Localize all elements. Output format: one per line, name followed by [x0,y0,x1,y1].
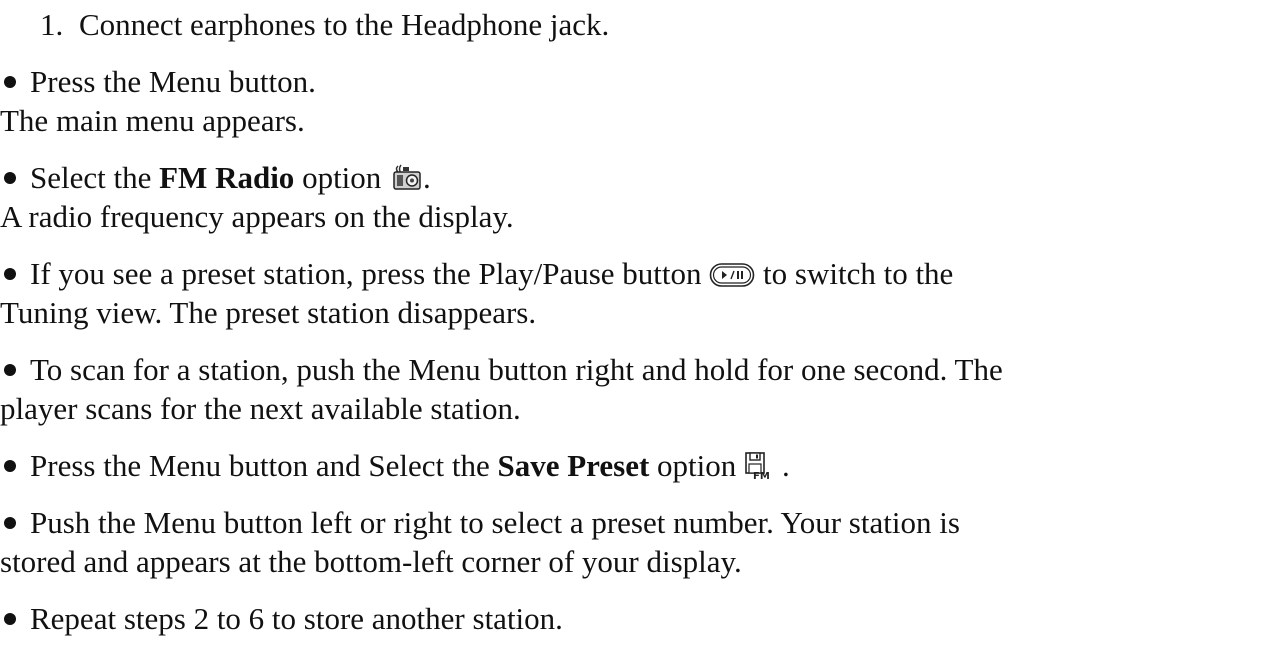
save-preset-label: Save Preset [497,448,650,483]
step-2-text: Press the Menu button. [30,64,316,99]
step-5-line1: To scan for a station, push the Menu but… [30,352,1003,387]
play-pause-button-icon [709,259,755,296]
step-4-pre: If you see a preset station, press the P… [30,256,710,291]
step-6-end: . [782,448,790,483]
step-3-post: option [294,160,390,195]
step-3: Select the FM Radio option . [0,159,431,200]
step-5: To scan for a station, push the Menu but… [0,351,1003,388]
step-3-pre: Select the [30,160,160,195]
step-3-end: . [423,160,431,195]
bullet-icon [4,268,16,280]
bullet-icon [4,364,16,376]
step-6-pre: Press the Menu button and Select the [30,448,498,483]
step-3-result: A radio frequency appears on the display… [0,199,514,234]
step-2: Press the Menu button. [0,63,316,100]
save-preset-fm-icon: FM [744,450,782,488]
step-number: 1. [40,7,64,42]
bullet-icon [4,613,16,625]
step-1: 1. Connect earphones to the Headphone ja… [0,6,609,43]
step-8-text: Repeat steps 2 to 6 to store another sta… [30,601,563,636]
radio-icon [389,162,423,200]
step-2-result: The main menu appears. [0,103,305,138]
step-4-post: to switch to the [755,256,954,291]
step-7-line1: Push the Menu button left or right to se… [30,505,960,540]
step-7-line2: stored and appears at the bottom-left co… [0,544,742,579]
step-6-post: option [649,448,745,483]
step-4: If you see a preset station, press the P… [0,255,953,296]
bullet-icon [4,76,16,88]
bullet-icon [4,460,16,472]
bullet-icon [4,172,16,184]
step-1-text: Connect earphones to the Headphone jack. [79,7,610,42]
step-5-line2: player scans for the next available stat… [0,391,521,426]
step-8: Repeat steps 2 to 6 to store another sta… [0,600,563,637]
step-6: Press the Menu button and Select the Sav… [0,447,790,488]
step-7: Push the Menu button left or right to se… [0,504,960,541]
bullet-icon [4,517,16,529]
svg-text:FM: FM [753,471,770,480]
step-4-cont: Tuning view. The preset station disappea… [0,295,537,330]
fm-radio-label: FM Radio [159,160,295,195]
